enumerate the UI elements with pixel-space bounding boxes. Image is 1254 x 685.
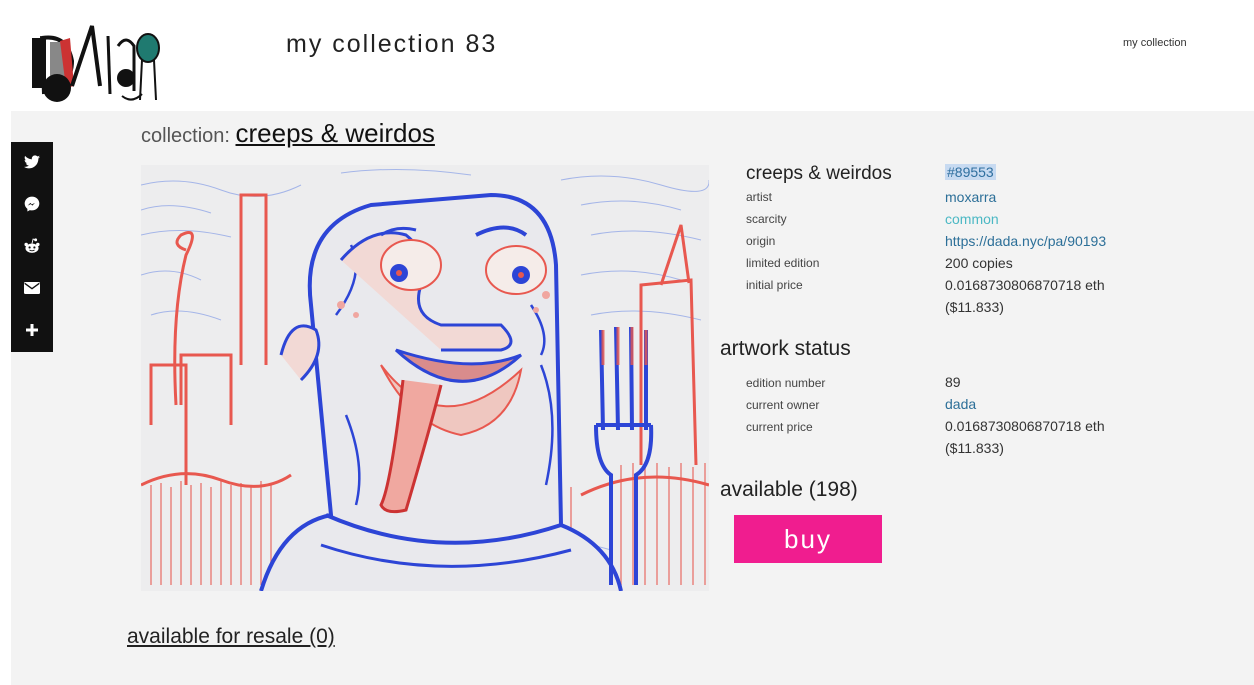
more-share-button[interactable] — [11, 310, 53, 350]
messenger-icon — [24, 196, 40, 212]
limited-edition-value: 200 copies — [945, 255, 1013, 271]
collection-line: collection: creeps & weirdos — [141, 118, 435, 149]
twitter-share-button[interactable] — [11, 142, 53, 182]
origin-link[interactable]: https://dada.nyc/pa/90193 — [945, 233, 1106, 249]
initial-price-value: 0.0168730806870718 eth — [945, 277, 1105, 293]
messenger-share-button[interactable] — [11, 184, 53, 224]
plus-icon — [26, 324, 38, 336]
detail-label-limited-edition: limited edition — [746, 256, 820, 270]
artist-link[interactable]: moxarra — [945, 189, 996, 205]
current-price-value: 0.0168730806870718 eth — [945, 418, 1105, 434]
current-price-usd: ($11.833) — [945, 440, 1004, 456]
artwork-image[interactable] — [141, 165, 709, 591]
nav-my-collection-link[interactable]: my collection — [1123, 37, 1187, 49]
buy-button[interactable]: buy — [734, 515, 882, 563]
resale-link[interactable]: available for resale (0) — [127, 625, 335, 649]
collection-label: collection: — [141, 125, 230, 147]
page-title: my collection 83 — [286, 30, 498, 58]
status-label-edition-number: edition number — [746, 376, 826, 390]
artwork-id-link[interactable]: #89553 — [945, 164, 996, 180]
status-label-current-owner: current owner — [746, 398, 820, 412]
site-header: my collection 83 my collection — [0, 0, 1254, 111]
current-owner-link[interactable]: dada — [945, 396, 976, 412]
artwork-name: creeps & weirdos — [746, 163, 892, 184]
availability-count: available (198) — [720, 478, 858, 501]
detail-label-initial-price: initial price — [746, 278, 803, 292]
detail-label-artist: artist — [746, 190, 773, 204]
artwork-status-heading: artwork status — [720, 337, 851, 360]
edition-number-value: 89 — [945, 374, 961, 390]
detail-label-scarcity: scarcity — [746, 212, 787, 226]
detail-label-origin: origin — [746, 234, 776, 248]
email-share-button[interactable] — [11, 268, 53, 308]
share-sidebar — [11, 142, 53, 352]
initial-price-usd: ($11.833) — [945, 299, 1004, 315]
status-label-current-price: current price — [746, 420, 813, 434]
reddit-icon — [24, 238, 40, 253]
email-icon — [24, 282, 40, 294]
twitter-icon — [24, 155, 40, 169]
scarcity-link[interactable]: common — [945, 211, 999, 227]
dada-logo[interactable] — [22, 16, 172, 106]
collection-link[interactable]: creeps & weirdos — [236, 118, 435, 148]
reddit-share-button[interactable] — [11, 226, 53, 266]
